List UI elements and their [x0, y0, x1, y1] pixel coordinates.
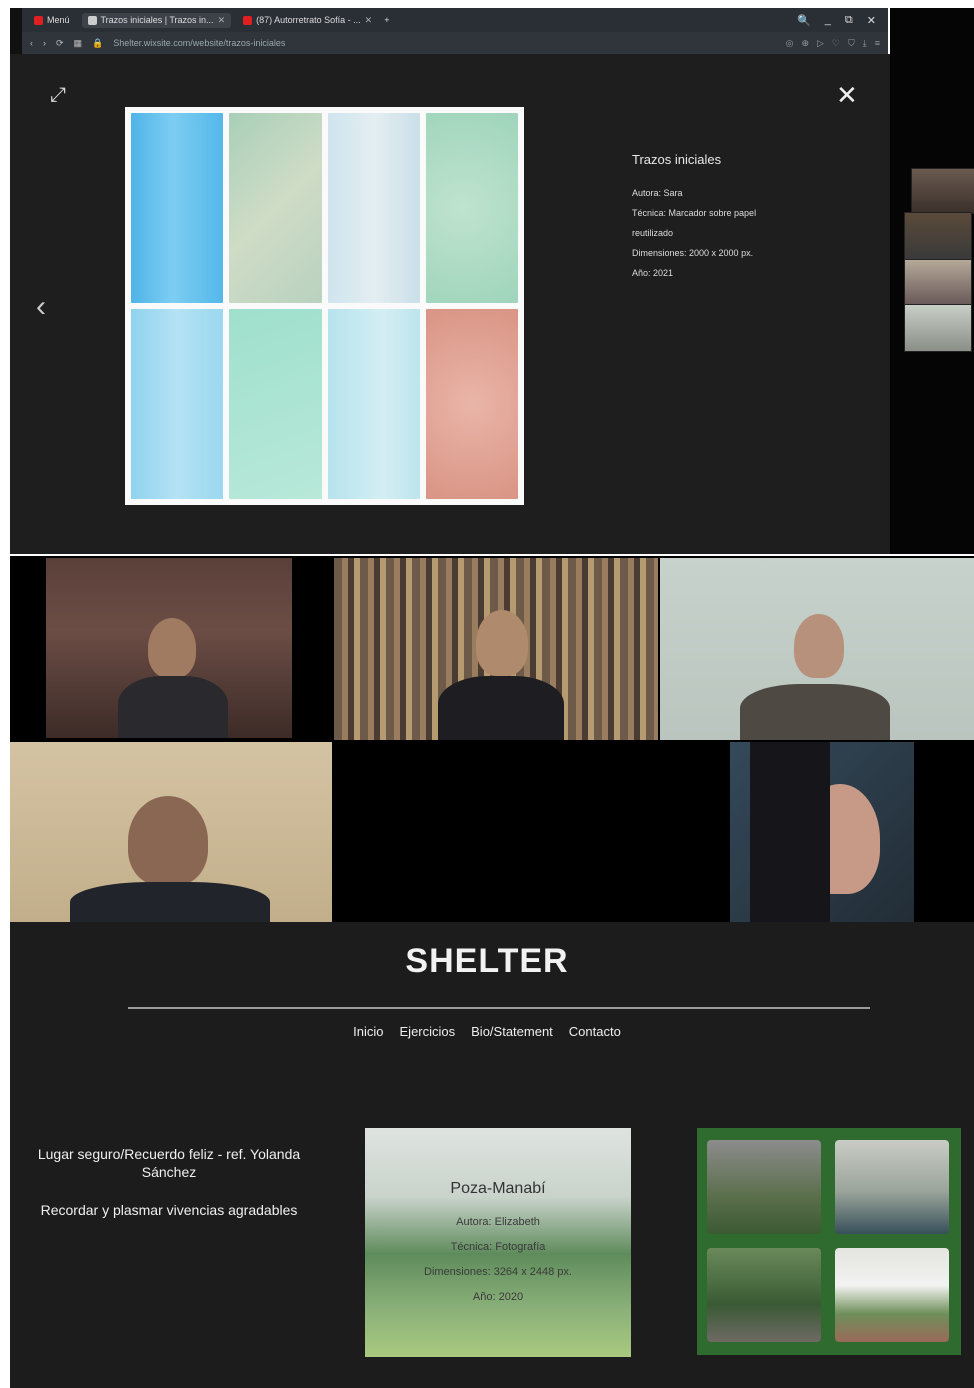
frame-edge-dark	[10, 8, 22, 54]
page-icon	[87, 15, 97, 25]
photo-collage[interactable]	[697, 1128, 961, 1355]
poster-technique: Técnica: Fotografía	[450, 1241, 546, 1253]
nav-bio-statement[interactable]: Bio/Statement	[471, 1024, 553, 1039]
tab-bar: Menú Trazos iniciales | Trazos in... ✕ (…	[22, 8, 888, 32]
back-icon[interactable]: ‹	[30, 38, 33, 48]
extension-icon[interactable]: ⊕	[801, 38, 809, 49]
poster-year: Año: 2020	[472, 1291, 524, 1303]
project-subtitle: Recordar y plasmar vivencias agradables	[40, 1202, 298, 1218]
participant-body	[118, 676, 228, 738]
restore-icon[interactable]: ⧉	[845, 14, 853, 27]
poster-title: Poza-Manabí	[450, 1180, 546, 1197]
participant-thumbnail[interactable]	[911, 168, 974, 214]
lock-icon: 🔒	[92, 37, 104, 48]
participant-body	[70, 882, 270, 922]
url-field[interactable]: Shelter.wixsite.com/website/trazos-inici…	[113, 38, 775, 48]
close-icon[interactable]: ✕	[218, 15, 226, 26]
nav-ejercicios[interactable]: Ejercicios	[400, 1024, 456, 1039]
camera-icon[interactable]: ◎	[786, 38, 794, 49]
forward-icon[interactable]: ›	[43, 38, 46, 48]
artwork-panel	[131, 113, 224, 303]
artwork-dimensions: Dimensiones: 2000 x 2000 px.	[632, 248, 754, 258]
download-icon[interactable]: ⤓	[863, 38, 867, 49]
participant-body	[438, 676, 564, 740]
nav-inicio[interactable]: Inicio	[353, 1024, 383, 1039]
search-icon[interactable]: 🔍	[797, 14, 811, 27]
shield-icon[interactable]: ⛉	[848, 38, 855, 49]
collage-photo	[835, 1140, 949, 1234]
artwork-author: Autora: Sara	[632, 188, 683, 198]
artwork-title: Trazos iniciales	[632, 152, 722, 167]
artwork-panel	[327, 113, 420, 303]
project-title: Lugar seguro/Recuerdo feliz - ref. Yolan…	[37, 1146, 301, 1180]
divider	[128, 1007, 870, 1009]
poster-author: Autora: Elizabeth	[456, 1216, 540, 1228]
expand-icon[interactable]: ⤢	[50, 84, 66, 107]
participant-body	[740, 684, 890, 740]
participant-face	[148, 618, 196, 678]
participant-thumbnail[interactable]	[904, 212, 972, 260]
artwork-image	[125, 107, 524, 505]
participant-thumbnail[interactable]	[904, 259, 972, 305]
artwork-panel	[229, 113, 322, 303]
menu-icon[interactable]: ≡	[875, 38, 880, 49]
close-icon[interactable]: ✕	[836, 80, 858, 111]
participant-hair	[750, 742, 830, 922]
collage-photo	[707, 1248, 821, 1342]
participant-face	[794, 614, 844, 678]
reload-icon[interactable]: ⟳	[56, 38, 64, 49]
shared-browser-window: Menú Trazos iniciales | Trazos in... ✕ (…	[22, 8, 888, 54]
tab-menu[interactable]: Menú	[28, 13, 76, 27]
artwork-info: Trazos iniciales Autora: Sara Técnica: M…	[632, 152, 832, 283]
nav-contacto[interactable]: Contacto	[569, 1024, 621, 1039]
artwork-technique: Técnica: Marcador sobre papel	[632, 208, 757, 218]
artwork-year: Año: 2021	[632, 268, 674, 278]
collage-photo	[835, 1248, 949, 1342]
video-tile[interactable]	[730, 742, 914, 922]
opera-icon	[34, 15, 43, 25]
speed-dial-icon[interactable]: ▦	[74, 38, 83, 49]
heart-icon[interactable]: ♡	[832, 38, 840, 49]
site-logo[interactable]: SHELTER	[0, 942, 974, 981]
participant-face	[476, 610, 528, 676]
window-controls: 🔍 _ ⧉ ✕	[797, 14, 882, 27]
project-description: Lugar seguro/Recuerdo feliz - ref. Yolan…	[34, 1145, 304, 1219]
project-poster[interactable]: Poza-Manabí Autora: Elizabeth Técnica: F…	[365, 1128, 631, 1357]
artwork-panel	[425, 309, 518, 499]
address-bar: ‹ › ⟳ ▦ 🔒 Shelter.wixsite.com/website/tr…	[22, 32, 888, 54]
new-tab-icon[interactable]: +	[384, 15, 389, 25]
artwork-panel	[131, 309, 224, 499]
close-window-icon[interactable]: ✕	[867, 14, 876, 27]
play-icon[interactable]: ▷	[817, 38, 824, 49]
video-tile[interactable]	[46, 558, 292, 738]
address-icons: ◎ ⊕ ▷ ♡ ⛉ ⤓ ≡	[786, 38, 880, 49]
artwork-panel	[327, 309, 420, 499]
youtube-icon	[243, 15, 253, 25]
minimize-icon[interactable]: _	[825, 14, 831, 27]
chevron-left-icon[interactable]: ‹	[36, 290, 46, 324]
collage-photo	[707, 1140, 821, 1234]
participant-thumbnail[interactable]	[904, 304, 972, 352]
poster-dimensions: Dimensiones: 3264 x 2448 px.	[424, 1266, 572, 1278]
tab-youtube[interactable]: (87) Autorretrato Sofía - ... ✕	[237, 13, 378, 28]
artwork-panel	[229, 309, 322, 499]
site-nav: Inicio Ejercicios Bio/Statement Contacto	[0, 1024, 974, 1039]
artwork-technique-cont: reutilizado	[632, 228, 674, 238]
close-icon[interactable]: ✕	[365, 15, 373, 26]
video-tile[interactable]	[660, 558, 974, 740]
participant-face	[128, 796, 208, 886]
tab-trazos[interactable]: Trazos iniciales | Trazos in... ✕	[81, 12, 232, 28]
video-tile[interactable]	[10, 742, 332, 922]
video-tile[interactable]	[334, 558, 658, 740]
artwork-panel	[425, 113, 518, 303]
